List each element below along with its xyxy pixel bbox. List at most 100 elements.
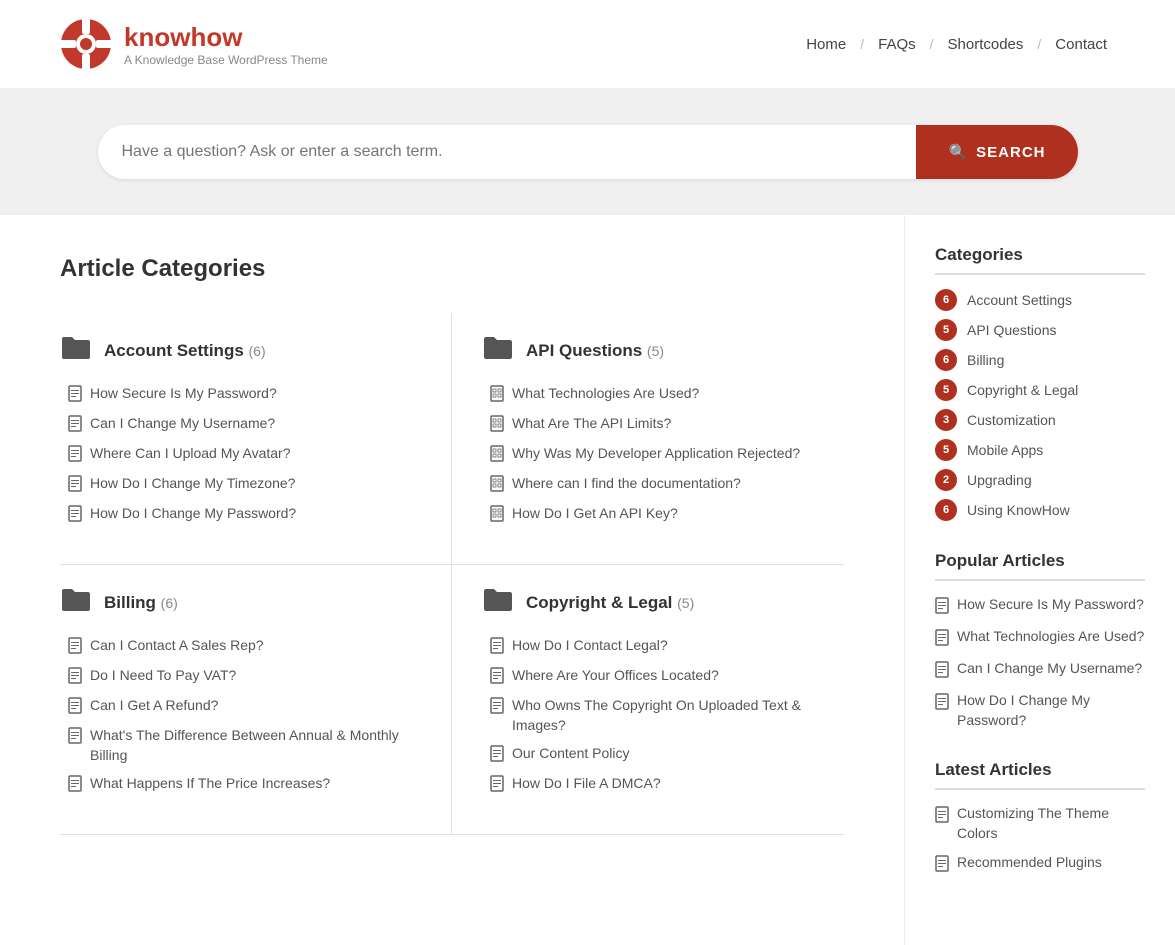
latest-article-link[interactable]: Customizing The Theme Colors [957,804,1145,843]
article-link[interactable]: How Do I Contact Legal? [512,636,668,656]
cat-label[interactable]: Using KnowHow [967,502,1070,518]
article-item: What Technologies Are Used? [490,384,824,405]
sidebar-cat-item: 5 Copyright & Legal [935,379,1145,401]
article-link[interactable]: How Do I Change My Password? [90,504,296,524]
sidebar-categories-heading: Categories [935,245,1145,275]
cat-label[interactable]: Mobile Apps [967,442,1043,458]
article-link[interactable]: Where Can I Upload My Avatar? [90,444,291,464]
cat-label[interactable]: Billing [967,352,1004,368]
sidebar-latest: Latest Articles Customizing The Theme Co… [935,760,1145,875]
article-link[interactable]: Can I Contact A Sales Rep? [90,636,264,656]
doc-icon [68,667,82,687]
cat-badge: 5 [935,379,957,401]
category-count: (6) [249,343,266,359]
cat-badge: 6 [935,349,957,371]
cat-label[interactable]: API Questions [967,322,1057,338]
nav-sep-1: / [860,36,864,52]
article-link[interactable]: What Are The API Limits? [512,414,671,434]
doc-icon [490,415,504,435]
search-button[interactable]: 🔍 SEARCH [916,125,1077,179]
article-item: How Do I File A DMCA? [490,774,824,795]
popular-article-link[interactable]: What Technologies Are Used? [957,627,1144,647]
sidebar-cat-item: 6 Billing [935,349,1145,371]
doc-icon [490,475,504,495]
article-link[interactable]: What's The Difference Between Annual & M… [90,726,421,765]
article-link[interactable]: Can I Change My Username? [90,414,275,434]
article-item: How Secure Is My Password? [68,384,421,405]
article-item: Can I Contact A Sales Rep? [68,636,421,657]
latest-article-item: Recommended Plugins [935,853,1145,875]
logo-name: knowhow [124,22,328,53]
article-link[interactable]: How Do I Change My Timezone? [90,474,295,494]
folder-icon [60,585,92,620]
search-input[interactable] [98,125,917,179]
article-item: Why Was My Developer Application Rejecte… [490,444,824,465]
latest-doc-icon [935,855,949,875]
cat-label[interactable]: Copyright & Legal [967,382,1078,398]
folder-icon [482,585,514,620]
doc-icon [68,697,82,717]
category-count: (5) [647,343,664,359]
categories-grid: Account Settings (6) How Secure Is My Pa… [60,313,844,835]
cat-label[interactable]: Upgrading [967,472,1032,488]
article-link[interactable]: Who Owns The Copyright On Uploaded Text … [512,696,824,735]
article-item: How Do I Get An API Key? [490,504,824,525]
search-bar: 🔍 SEARCH [98,125,1078,179]
article-link[interactable]: Our Content Policy [512,744,630,764]
nav-shortcodes[interactable]: Shortcodes [940,32,1032,57]
logo-tagline: A Knowledge Base WordPress Theme [124,53,328,67]
cat-badge: 3 [935,409,957,431]
sidebar-cat-item: 5 API Questions [935,319,1145,341]
main-layout: Article Categories Account Settings (6) … [0,215,1175,945]
search-icon: 🔍 [948,143,968,161]
article-link[interactable]: How Do I Get An API Key? [512,504,678,524]
category-header: Copyright & Legal (5) [482,585,824,620]
latest-article-item: Customizing The Theme Colors [935,804,1145,843]
article-item: Where Can I Upload My Avatar? [68,444,421,465]
article-link[interactable]: Do I Need To Pay VAT? [90,666,236,686]
category-block-copyright-legal: Copyright & Legal (5) How Do I Contact L… [452,565,844,835]
folder-icon [60,333,92,368]
doc-icon [68,505,82,525]
popular-article-item: What Technologies Are Used? [935,627,1145,649]
article-item: What Are The API Limits? [490,414,824,435]
popular-article-link[interactable]: Can I Change My Username? [957,659,1142,679]
sidebar-popular-heading: Popular Articles [935,551,1145,581]
article-link[interactable]: How Secure Is My Password? [90,384,277,404]
doc-icon [68,727,82,747]
article-link[interactable]: What Happens If The Price Increases? [90,774,330,794]
sidebar: Categories 6 Account Settings 5 API Ques… [905,215,1175,945]
logo-icon [60,18,112,70]
cat-label[interactable]: Customization [967,412,1056,428]
nav-faqs[interactable]: FAQs [870,32,924,57]
logo-text: knowhow A Knowledge Base WordPress Theme [124,22,328,67]
popular-article-link[interactable]: How Do I Change My Password? [957,691,1145,730]
doc-icon [68,445,82,465]
article-link[interactable]: Why Was My Developer Application Rejecte… [512,444,800,464]
cat-label[interactable]: Account Settings [967,292,1072,308]
popular-article-link[interactable]: How Secure Is My Password? [957,595,1144,615]
sidebar-popular: Popular Articles How Secure Is My Passwo… [935,551,1145,730]
logo[interactable]: knowhow A Knowledge Base WordPress Theme [60,18,328,70]
popular-doc-icon [935,629,949,649]
cat-badge: 5 [935,319,957,341]
main-nav: Home / FAQs / Shortcodes / Contact [798,32,1115,57]
sidebar-cat-item: 3 Customization [935,409,1145,431]
article-link[interactable]: Can I Get A Refund? [90,696,218,716]
doc-icon [490,697,504,717]
nav-contact[interactable]: Contact [1047,32,1115,57]
popular-list: How Secure Is My Password? What Technolo… [935,595,1145,730]
article-link[interactable]: Where Are Your Offices Located? [512,666,719,686]
latest-list: Customizing The Theme Colors Recommended… [935,804,1145,875]
article-link[interactable]: Where can I find the documentation? [512,474,741,494]
nav-home[interactable]: Home [798,32,854,57]
latest-article-link[interactable]: Recommended Plugins [957,853,1102,873]
categories-list: 6 Account Settings 5 API Questions 6 Bil… [935,289,1145,521]
section-title: Article Categories [60,255,844,283]
article-link[interactable]: What Technologies Are Used? [512,384,699,404]
category-header: Account Settings (6) [60,333,421,368]
sidebar-latest-heading: Latest Articles [935,760,1145,790]
popular-article-item: How Do I Change My Password? [935,691,1145,730]
doc-icon [490,637,504,657]
article-link[interactable]: How Do I File A DMCA? [512,774,661,794]
